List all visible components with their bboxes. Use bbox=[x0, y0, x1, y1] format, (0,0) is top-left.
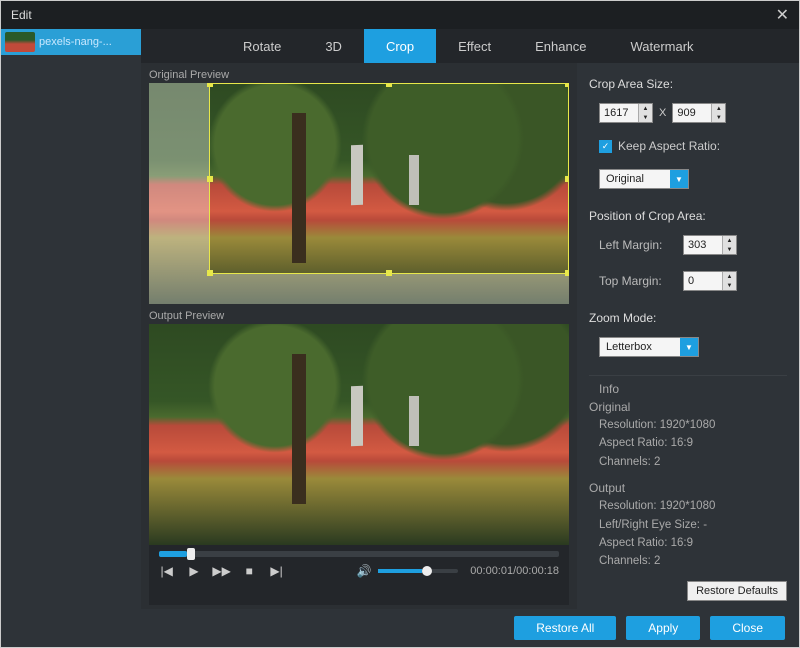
tabs: Rotate 3D Crop Effect Enhance Watermark bbox=[141, 29, 799, 63]
info-output-resolution: Resolution: 1920*1080 bbox=[599, 497, 787, 515]
crop-size-heading: Crop Area Size: bbox=[589, 77, 787, 91]
footer: Restore All Apply Close bbox=[141, 609, 799, 647]
tab-enhance[interactable]: Enhance bbox=[513, 29, 608, 63]
top-margin-label: Top Margin: bbox=[599, 274, 677, 288]
close-button[interactable]: Close bbox=[710, 616, 785, 640]
sidebar-item-label: pexels-nang-... bbox=[39, 36, 112, 48]
tab-effect[interactable]: Effect bbox=[436, 29, 513, 63]
chevron-up-icon[interactable]: ▲ bbox=[711, 104, 725, 113]
settings-panel: Crop Area Size: 1617 ▲▼ X 909 ▲▼ ✓ bbox=[577, 63, 799, 609]
seek-slider[interactable] bbox=[159, 551, 559, 557]
info-section: Info Original Resolution: 1920*1080 Aspe… bbox=[589, 375, 787, 571]
window-title: Edit bbox=[11, 8, 32, 22]
ratio-select[interactable]: Original ▼ bbox=[599, 169, 689, 189]
sidebar: pexels-nang-... bbox=[1, 29, 141, 647]
original-preview-label: Original Preview bbox=[149, 69, 569, 81]
tab-watermark[interactable]: Watermark bbox=[608, 29, 715, 63]
x-separator: X bbox=[659, 107, 666, 119]
stop-icon[interactable]: ■ bbox=[242, 563, 257, 579]
sidebar-item[interactable]: pexels-nang-... bbox=[1, 29, 141, 55]
restore-defaults-button[interactable]: Restore Defaults bbox=[687, 581, 787, 601]
keep-ratio-label: Keep Aspect Ratio: bbox=[618, 139, 720, 153]
main: Rotate 3D Crop Effect Enhance Watermark … bbox=[141, 29, 799, 647]
chevron-down-icon[interactable]: ▼ bbox=[722, 281, 736, 290]
left-margin-input[interactable]: 303 ▲▼ bbox=[683, 235, 737, 255]
crop-width-input[interactable]: 1617 ▲▼ bbox=[599, 103, 653, 123]
crop-height-input[interactable]: 909 ▲▼ bbox=[672, 103, 726, 123]
keep-ratio-checkbox[interactable]: ✓ bbox=[599, 140, 612, 153]
chevron-down-icon[interactable]: ▼ bbox=[722, 245, 736, 254]
playback-bar: |◀ ▶ ▶▶ ■ ▶| 🔊 bbox=[149, 545, 569, 605]
chevron-up-icon[interactable]: ▲ bbox=[638, 104, 652, 113]
chevron-down-icon[interactable]: ▼ bbox=[711, 113, 725, 122]
titlebar: Edit ✕ bbox=[1, 1, 799, 29]
left-margin-label: Left Margin: bbox=[599, 238, 677, 252]
chevron-down-icon: ▼ bbox=[680, 338, 698, 356]
volume-icon[interactable]: 🔊 bbox=[356, 563, 372, 579]
output-preview bbox=[149, 324, 569, 545]
info-original-resolution: Resolution: 1920*1080 bbox=[599, 416, 787, 434]
next-frame-icon[interactable]: ▶| bbox=[269, 563, 284, 579]
zoom-select[interactable]: Letterbox ▼ bbox=[599, 337, 699, 357]
output-preview-label: Output Preview bbox=[149, 310, 569, 322]
top-margin-input[interactable]: 0 ▲▼ bbox=[683, 271, 737, 291]
fast-forward-icon[interactable]: ▶▶ bbox=[214, 563, 230, 579]
info-output-aspect: Aspect Ratio: 16:9 bbox=[599, 534, 787, 552]
time-display: 00:00:01/00:00:18 bbox=[470, 565, 559, 577]
restore-all-button[interactable]: Restore All bbox=[514, 616, 616, 640]
tab-rotate[interactable]: Rotate bbox=[221, 29, 303, 63]
apply-button[interactable]: Apply bbox=[626, 616, 700, 640]
info-output-channels: Channels: 2 bbox=[599, 552, 787, 570]
info-original-aspect: Aspect Ratio: 16:9 bbox=[599, 434, 787, 452]
chevron-down-icon: ▼ bbox=[670, 170, 688, 188]
volume-thumb[interactable] bbox=[422, 566, 432, 576]
thumbnail-icon bbox=[5, 32, 35, 52]
info-original-channels: Channels: 2 bbox=[599, 453, 787, 471]
zoom-heading: Zoom Mode: bbox=[589, 311, 787, 325]
crop-rectangle[interactable] bbox=[209, 83, 569, 274]
close-icon[interactable]: ✕ bbox=[776, 5, 789, 25]
info-original-title: Original bbox=[589, 400, 787, 414]
info-heading: Info bbox=[599, 382, 787, 396]
playback-controls: |◀ ▶ ▶▶ ■ ▶| 🔊 bbox=[159, 563, 559, 579]
position-heading: Position of Crop Area: bbox=[589, 209, 787, 223]
original-preview[interactable] bbox=[149, 83, 569, 304]
chevron-up-icon[interactable]: ▲ bbox=[722, 272, 736, 281]
seek-thumb[interactable] bbox=[187, 548, 195, 560]
volume-control: 🔊 bbox=[356, 563, 458, 579]
tab-crop[interactable]: Crop bbox=[364, 29, 436, 63]
info-output-title: Output bbox=[589, 481, 787, 495]
chevron-up-icon[interactable]: ▲ bbox=[722, 236, 736, 245]
preview-column: Original Preview bbox=[141, 63, 577, 609]
play-icon[interactable]: ▶ bbox=[186, 563, 201, 579]
content: Original Preview bbox=[141, 63, 799, 609]
tab-3d[interactable]: 3D bbox=[303, 29, 364, 63]
info-output-eyesize: Left/Right Eye Size: - bbox=[599, 516, 787, 534]
chevron-down-icon[interactable]: ▼ bbox=[638, 113, 652, 122]
volume-slider[interactable] bbox=[378, 569, 458, 573]
body: pexels-nang-... Rotate 3D Crop Effect En… bbox=[1, 29, 799, 647]
edit-window: Edit ✕ pexels-nang-... Rotate 3D Crop Ef… bbox=[0, 0, 800, 648]
prev-frame-icon[interactable]: |◀ bbox=[159, 563, 174, 579]
